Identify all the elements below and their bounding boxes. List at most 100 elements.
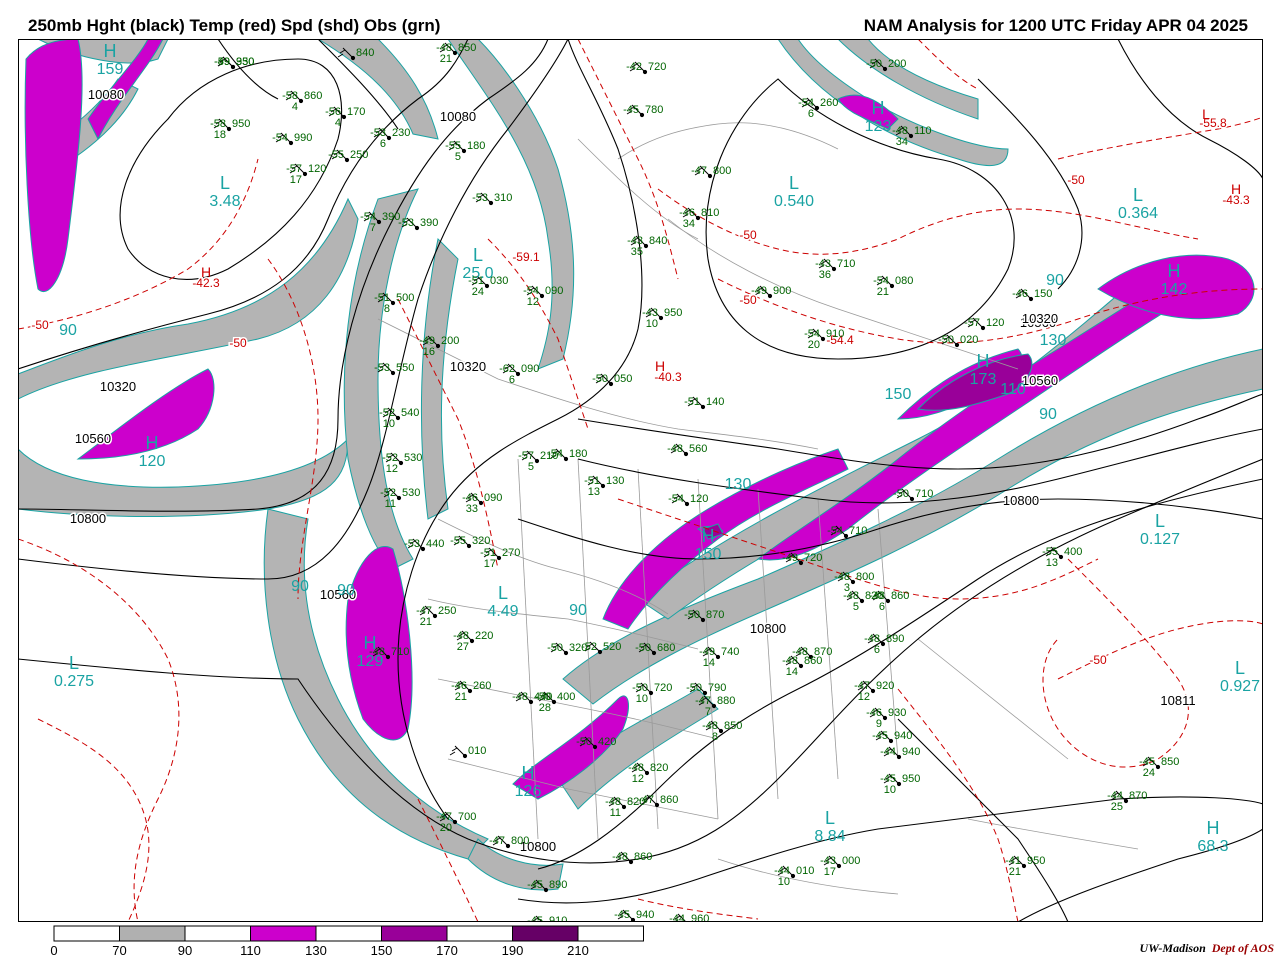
ob-temp: -45 [623, 104, 639, 116]
ob-dewpoint: 6 [879, 601, 885, 613]
ob-dewpoint: 5 [528, 461, 534, 473]
center-letter: H [1207, 818, 1220, 838]
ob-dewpoint: 13 [1046, 557, 1058, 569]
colorbar-bin [315, 925, 382, 942]
ob-height: 740 [721, 646, 739, 658]
ob-height: 900 [773, 285, 791, 297]
credit-line: UW-Madison Dept of AOS [1140, 941, 1274, 956]
colorbar-label: 210 [567, 943, 589, 958]
ob-dewpoint: 21 [1009, 866, 1021, 878]
ob-dewpoint: 10 [778, 876, 790, 888]
ob-height: 530 [404, 452, 422, 464]
ob-temp: -50 [893, 488, 909, 500]
credit-dept: Dept of AOS [1211, 941, 1274, 955]
ob-temp: -50 [592, 373, 608, 385]
center-high: H [655, 358, 665, 374]
center-letter: L [789, 173, 799, 193]
height-label: 10080 [440, 109, 476, 124]
center-letter: L [1202, 106, 1210, 122]
ob-height: 350 [236, 56, 254, 68]
ob-temp: -48 [667, 443, 683, 455]
ob-height: 780 [645, 104, 663, 116]
ob-height: 120 [690, 493, 708, 505]
center-value: 0.540 [774, 193, 814, 210]
ob-height: 850 [458, 42, 476, 54]
ob-dewpoint: 9 [876, 718, 882, 730]
colorbar-bin [381, 925, 448, 942]
center-letter: L [498, 583, 508, 603]
ob-height: 910 [826, 328, 844, 340]
ob-dewpoint: 21 [420, 616, 432, 628]
ob-height: 020 [960, 334, 978, 346]
ob-height: 990 [294, 132, 312, 144]
ob-dewpoint: 16 [423, 346, 435, 358]
height-label: 10800 [1003, 493, 1039, 508]
center-value: 159 [97, 61, 124, 78]
colorbar-label: 110 [240, 943, 261, 958]
colorbar-bin [119, 925, 186, 942]
ob-height: 950 [232, 118, 250, 130]
colorbar-bin [512, 925, 579, 942]
ob-dewpoint: 4 [292, 101, 298, 113]
colorbar-label: 190 [502, 943, 524, 958]
center-letter: H [977, 351, 990, 371]
ob-height: 180 [569, 448, 587, 460]
ob-temp: -47 [638, 794, 654, 806]
ob-dewpoint: 4 [335, 117, 341, 129]
height-label: 10320 [100, 379, 136, 394]
speed-label: 90 [1046, 272, 1064, 289]
ob-temp: -55 [450, 535, 466, 547]
ob-height: 180 [467, 140, 485, 152]
speed-label: 90 [1039, 406, 1057, 423]
ob-dewpoint: 12 [632, 773, 644, 785]
temperature-label: -50 [31, 318, 49, 332]
ob-height: 710 [837, 258, 855, 270]
ob-height: 710 [915, 488, 933, 500]
center-letter: H [655, 358, 665, 374]
colorbar-label: 0 [50, 943, 57, 958]
ob-temp: -42 [626, 61, 642, 73]
ob-height: 700 [458, 811, 476, 823]
ob-height: 960 [691, 913, 709, 922]
ob-height: 310 [494, 192, 512, 204]
center-letter: H [146, 433, 159, 453]
ob-height: 540 [401, 407, 419, 419]
speed-label: 90 [337, 582, 355, 599]
ob-dewpoint: 34 [896, 136, 908, 148]
ob-temp: -54 [272, 132, 288, 144]
ob-height: 860 [891, 590, 909, 602]
ob-dewpoint: 14 [703, 657, 715, 669]
ob-temp: -46 [1012, 288, 1028, 300]
speed-label: 90 [569, 602, 587, 619]
ob-height: 400 [1064, 546, 1082, 558]
ob-dewpoint: 6 [874, 644, 880, 656]
center-low: L [1202, 106, 1210, 122]
ob-dewpoint: 7 [370, 222, 376, 234]
colorbar-bin [184, 925, 251, 942]
center-value: 8.84 [814, 828, 845, 845]
ob-dewpoint: 24 [1143, 767, 1155, 779]
ob-dewpoint: 5 [853, 601, 859, 613]
chart-title-left: 250mb Hght (black) Temp (red) Spd (shd) … [28, 16, 441, 35]
ob-temp: -54 [827, 525, 843, 537]
center-value: 120 [139, 453, 166, 470]
ob-temp: -50 [576, 736, 592, 748]
ob-dewpoint: 25 [1111, 801, 1123, 813]
ob-height: 110 [914, 125, 932, 137]
ob-height: 260 [820, 97, 838, 109]
center-letter: L [473, 245, 483, 265]
ob-dewpoint: 10 [636, 693, 648, 705]
chart-title-right: NAM Analysis for 1200 UTC Friday APR 04 … [863, 16, 1248, 35]
ob-height: 680 [657, 642, 675, 654]
center-value: 4.49 [487, 603, 518, 620]
ob-temp: -48 [369, 646, 385, 658]
ob-temp: -50 [686, 682, 702, 694]
ob-height: 850 [724, 720, 742, 732]
ob-height: 800 [713, 165, 731, 177]
analysis-map: 1008010320105601080010080103201056010800… [18, 39, 1263, 922]
ob-dewpoint: 21 [440, 53, 452, 65]
map-background [18, 39, 1263, 922]
ob-temp: -45 [527, 915, 543, 922]
ob-dewpoint: 24 [472, 286, 484, 298]
ob-temp: -48 [792, 646, 808, 658]
